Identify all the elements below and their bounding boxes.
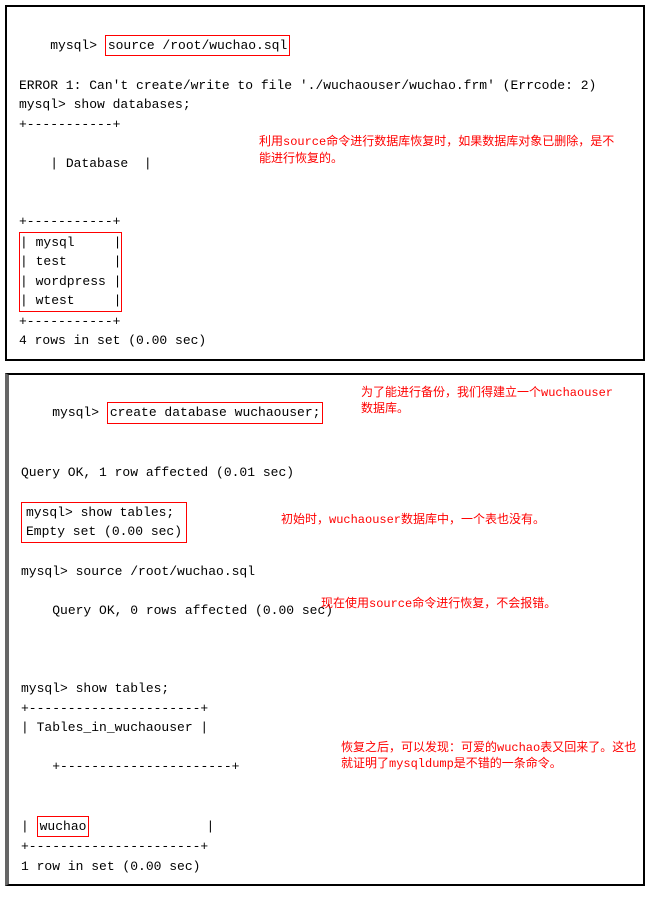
table-row: | wuchao |: [21, 816, 631, 838]
show-tables-highlight: mysql> show tables; Empty set (0.00 sec): [21, 502, 187, 543]
create-database-highlight: create database wuchaouser;: [107, 402, 324, 424]
show-tables-line: mysql> show tables;: [21, 679, 631, 699]
empty-set-line: Empty set (0.00 sec): [26, 522, 182, 542]
table-separator: +----------------------+: [21, 699, 631, 719]
show-tables-line: mysql> show tables;: [26, 503, 182, 523]
annotation-empty: 初始时，wuchaouser数据库中，一个表也没有。: [281, 512, 641, 529]
mysql-prompt: mysql>: [52, 405, 107, 420]
error-line: ERROR 1: Can't create/write to file './w…: [19, 76, 631, 96]
result-line: Query OK, 0 rows affected (0.00 sec) 现在使…: [21, 582, 631, 660]
table-separator: +-----------+: [19, 312, 631, 332]
source-line: mysql> source /root/wuchao.sql: [21, 562, 631, 582]
table-separator: +----------------------+: [21, 837, 631, 857]
database-list-highlight: | mysql | | test | | wordpress | | wtest…: [19, 232, 122, 312]
command-line: mysql> create database wuchaouser; 为了能进行…: [21, 383, 631, 463]
blank-line: [21, 660, 631, 680]
terminal-output-2: mysql> create database wuchaouser; 为了能进行…: [5, 373, 645, 887]
command-line: mysql> source /root/wuchao.sql: [19, 15, 631, 76]
db-row: | test |: [20, 252, 121, 272]
db-row: | mysql |: [20, 233, 121, 253]
blank-line: [21, 482, 631, 502]
db-row: | wtest |: [20, 291, 121, 311]
annotation-create-db: 为了能进行备份，我们得建立一个wuchaouser数据库。: [361, 385, 621, 419]
result-line: 1 row in set (0.00 sec): [21, 857, 631, 877]
terminal-output-1: mysql> source /root/wuchao.sql ERROR 1: …: [5, 5, 645, 361]
annotation-source-restore: 利用source命令进行数据库恢复时，如果数据库对象已删除，是不能进行恢复的。: [259, 134, 619, 168]
show-tables-block: mysql> show tables; Empty set (0.00 sec)…: [21, 502, 631, 543]
wuchao-table-highlight: wuchao: [37, 816, 90, 838]
result-line: Query OK, 1 row affected (0.01 sec): [21, 463, 631, 483]
result-line: 4 rows in set (0.00 sec): [19, 331, 631, 351]
table-separator: +----------------------+ 恢复之后，可以发现：可爱的wu…: [21, 738, 631, 816]
table-separator: +-----------+: [19, 115, 631, 135]
table-header: | Tables_in_wuchaouser |: [21, 718, 631, 738]
blank-line: [21, 543, 631, 563]
db-row: | wordpress |: [20, 272, 121, 292]
annotation-no-error: 现在使用source命令进行恢复，不会报错。: [321, 596, 650, 613]
mysql-prompt: mysql>: [50, 38, 105, 53]
annotation-restored: 恢复之后，可以发现：可爱的wuchao表又回来了。这也就证明了mysqldump…: [341, 740, 641, 774]
show-databases-line: mysql> show databases;: [19, 95, 631, 115]
table-separator: +-----------+: [19, 212, 631, 232]
table-header: | Database | 利用source命令进行数据库恢复时，如果数据库对象已…: [19, 134, 631, 212]
source-command-highlight: source /root/wuchao.sql: [105, 35, 290, 57]
database-list-container: | mysql | | test | | wordpress | | wtest…: [19, 232, 122, 312]
